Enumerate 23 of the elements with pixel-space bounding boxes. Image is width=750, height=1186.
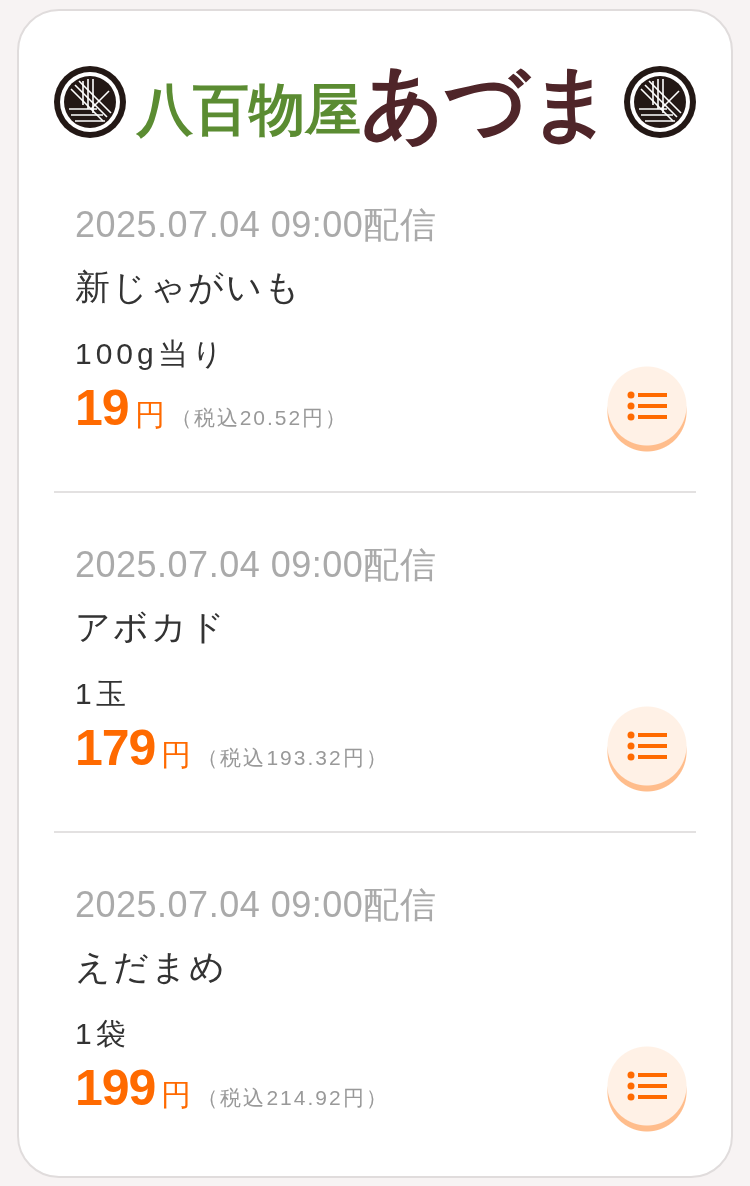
list-icon: [627, 731, 667, 761]
list-icon: [627, 1071, 667, 1101]
crest-icon: [623, 65, 697, 139]
unit-label: 1袋: [75, 1016, 131, 1052]
product-name: アボカド: [75, 606, 228, 648]
currency-label: 円: [161, 737, 192, 773]
delivery-time: 2025.07.04 09:00配信: [75, 543, 438, 587]
price: 179: [75, 720, 156, 776]
list-icon: [627, 391, 667, 421]
crest-icon: [53, 65, 127, 139]
tax-included-price: （税込20.52円）: [170, 405, 349, 431]
product-name: えだまめ: [75, 946, 228, 988]
currency-label: 円: [134, 397, 165, 433]
unit-label: 1玉: [75, 676, 131, 712]
price: 199: [75, 1060, 156, 1116]
tax-included-price: （税込214.92円）: [197, 1085, 389, 1111]
price: 19: [75, 380, 129, 436]
unit-label: 100g当り: [75, 336, 228, 372]
tax-included-price: （税込193.32円）: [197, 745, 389, 771]
delivery-time: 2025.07.04 09:00配信: [75, 203, 438, 247]
product-name: 新じゃがいも: [75, 266, 303, 308]
delivery-time: 2025.07.04 09:00配信: [75, 883, 438, 927]
currency-label: 円: [161, 1077, 192, 1113]
